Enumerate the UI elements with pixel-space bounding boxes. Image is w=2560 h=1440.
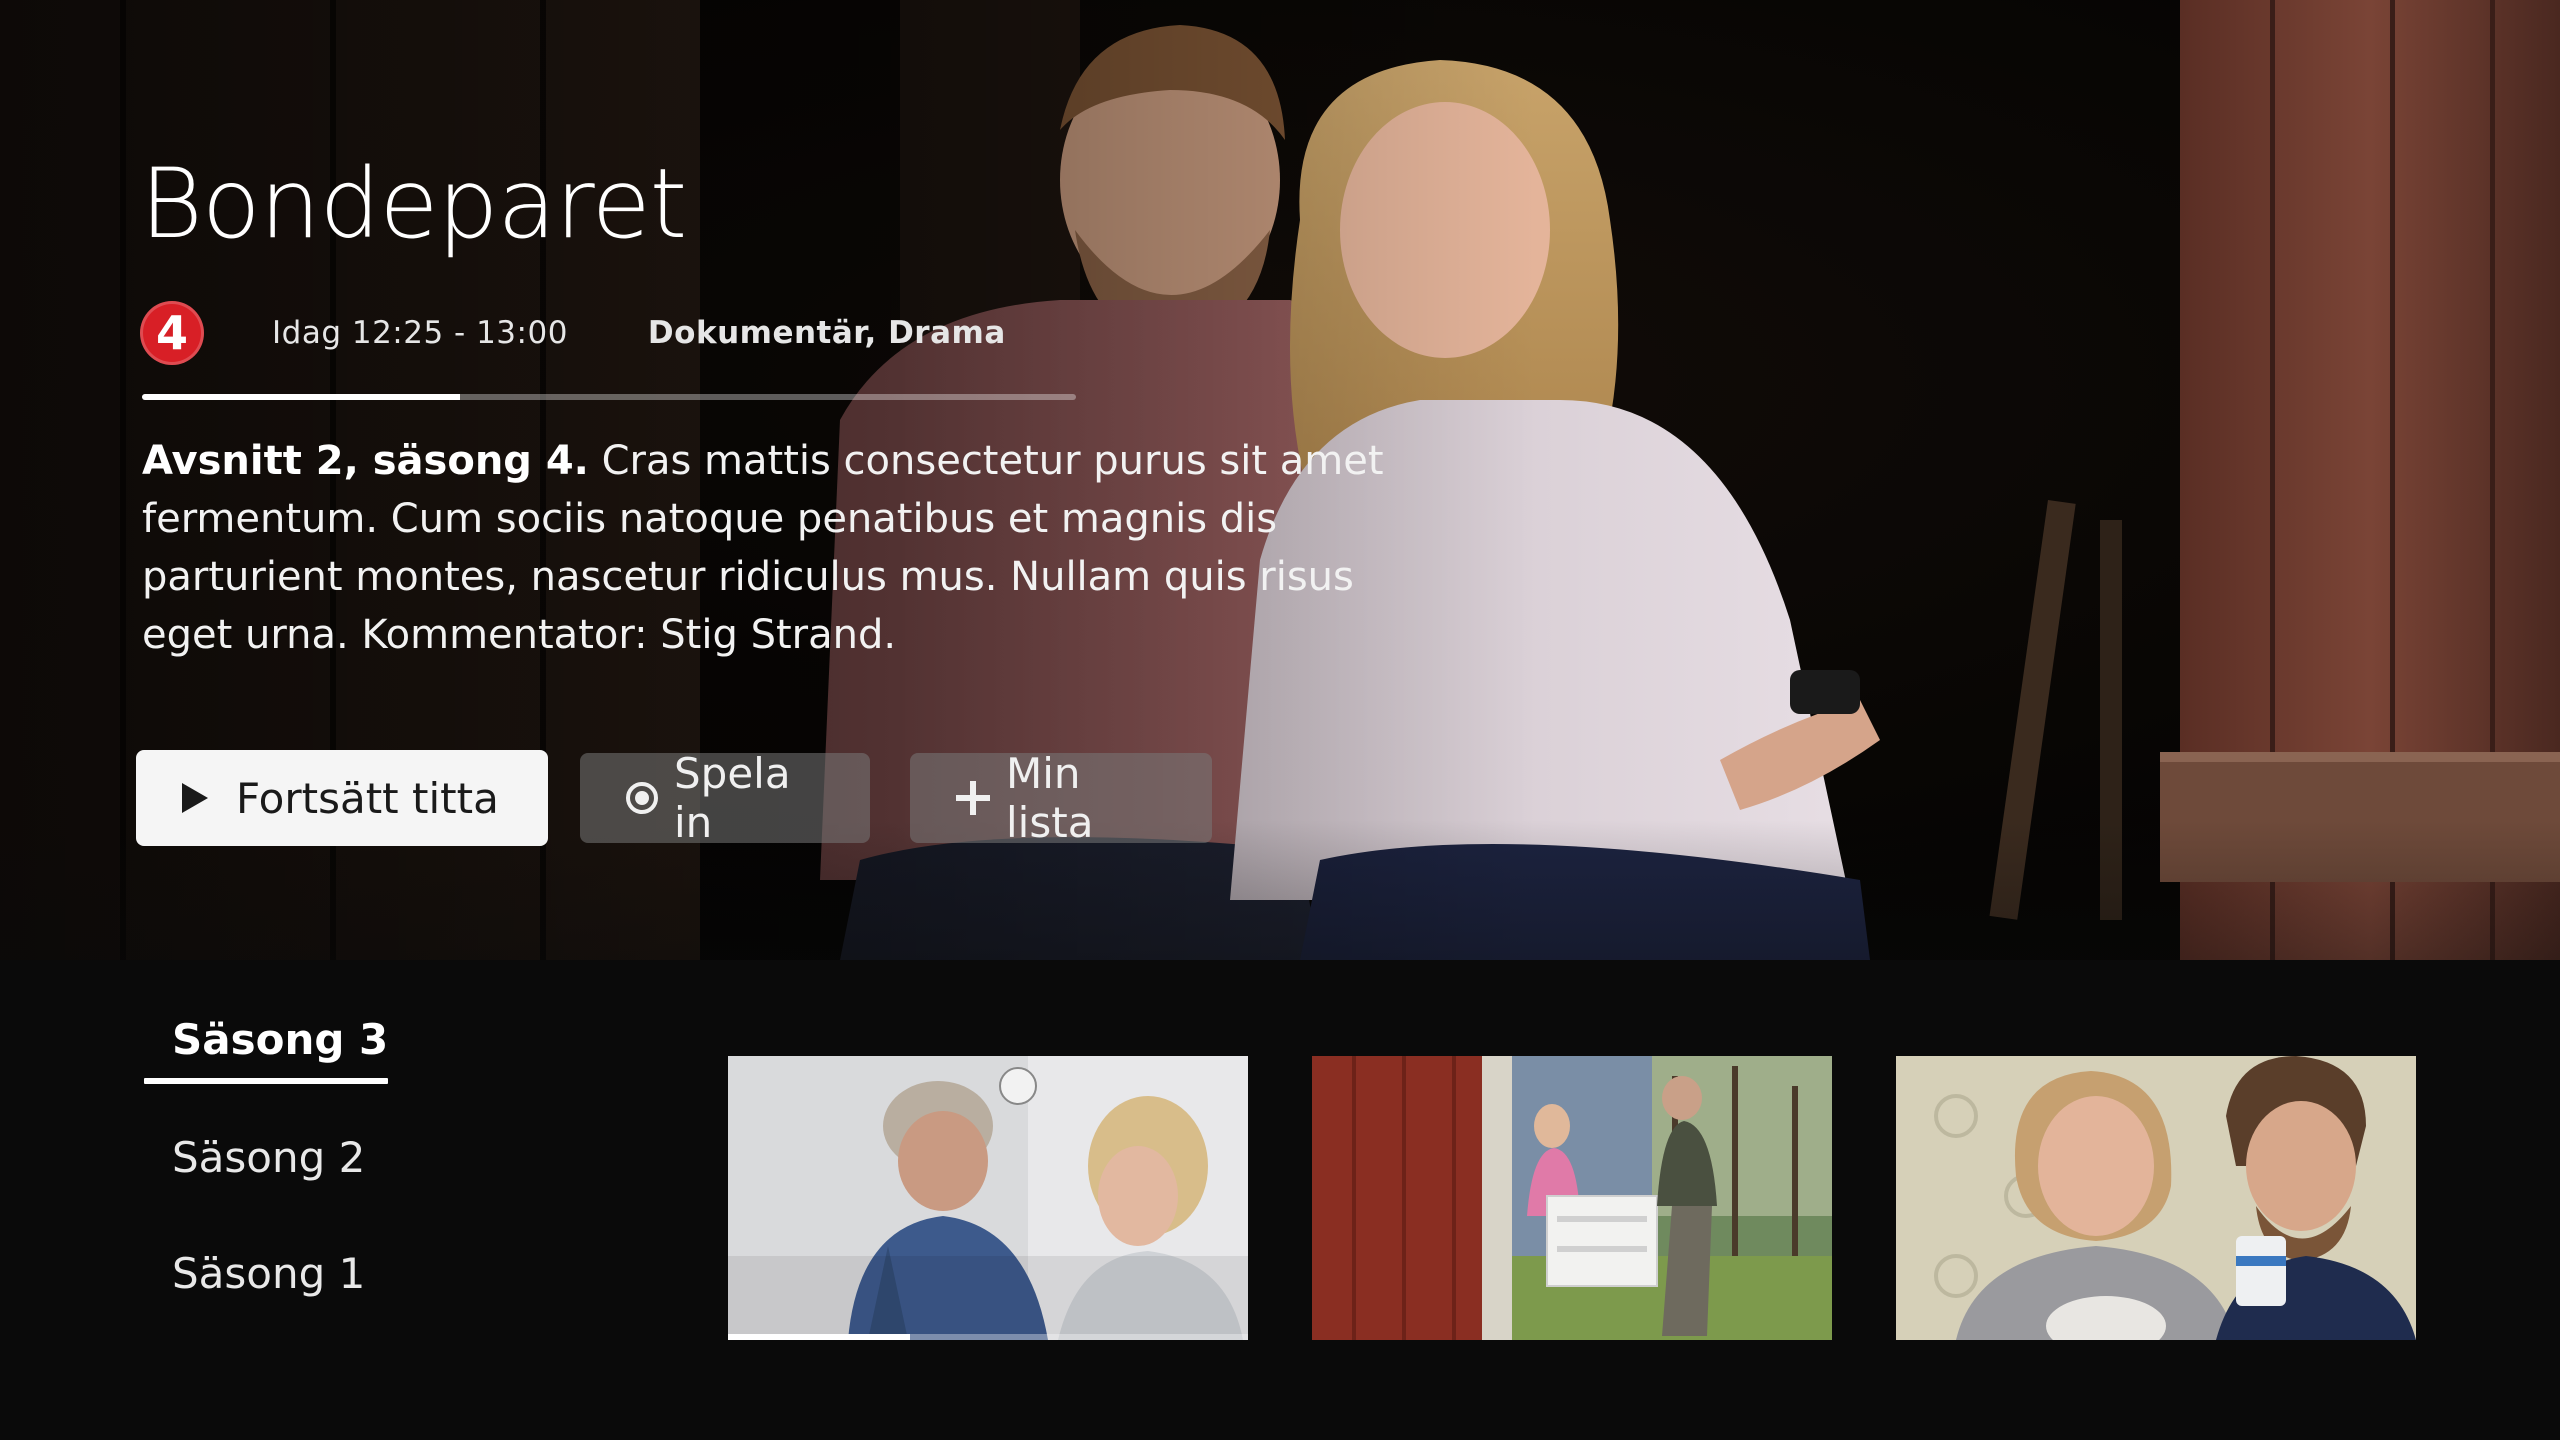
- action-buttons: Fortsätt titta Spela in Min lista: [136, 749, 1212, 847]
- episode-thumbnail-2-image: [1312, 1056, 1832, 1340]
- record-label: Spela in: [674, 749, 791, 847]
- channel-number: 4: [155, 306, 188, 360]
- episode-thumbnail-3-image: [1896, 1056, 2416, 1340]
- episode-thumbnail-3[interactable]: [1896, 1056, 2416, 1340]
- episode-1-progress-fill: [728, 1334, 910, 1340]
- episode-thumbnail-1[interactable]: [728, 1056, 1248, 1340]
- continue-watching-button[interactable]: Fortsätt titta: [136, 750, 548, 846]
- air-time: Idag 12:25 - 13:00: [272, 315, 568, 351]
- show-meta: 4 Idag 12:25 - 13:00 Dokumentär, Drama: [140, 298, 1006, 368]
- tv4-logo-icon: 4: [140, 301, 204, 365]
- season-selector: Säsong 3 Säsong 2 Säsong 1: [144, 1010, 394, 1304]
- play-icon: [180, 781, 210, 815]
- episode-row: [728, 1056, 2416, 1340]
- hero-banner: Bondeparet 4 Idag 12:25 - 13:00 Dokument…: [0, 0, 2560, 960]
- episode-label: Avsnitt 2, säsong 4.: [142, 438, 589, 484]
- season-tab-1[interactable]: Säsong 1: [144, 1244, 394, 1304]
- active-season-underline: [144, 1078, 388, 1084]
- episode-1-progress-bar: [728, 1334, 1248, 1340]
- plus-icon: [954, 779, 992, 817]
- record-icon: [624, 780, 660, 816]
- season-tab-3[interactable]: Säsong 3: [144, 1010, 394, 1070]
- episode-description: Avsnitt 2, säsong 4. Cras mattis consect…: [142, 432, 1422, 664]
- broadcast-progress-fill: [142, 394, 460, 400]
- continue-watching-label: Fortsätt titta: [236, 773, 499, 823]
- my-list-button[interactable]: Min lista: [910, 749, 1212, 847]
- season-tab-2[interactable]: Säsong 2: [144, 1128, 394, 1188]
- episode-thumbnail-2[interactable]: [1312, 1056, 1832, 1340]
- my-list-label: Min lista: [1006, 749, 1094, 847]
- broadcast-progress-bar: [142, 394, 1076, 400]
- genres: Dokumentär, Drama: [647, 315, 1006, 351]
- record-button[interactable]: Spela in: [580, 749, 870, 847]
- show-title: Bondeparet: [140, 148, 687, 260]
- episode-thumbnail-1-image: [728, 1056, 1248, 1340]
